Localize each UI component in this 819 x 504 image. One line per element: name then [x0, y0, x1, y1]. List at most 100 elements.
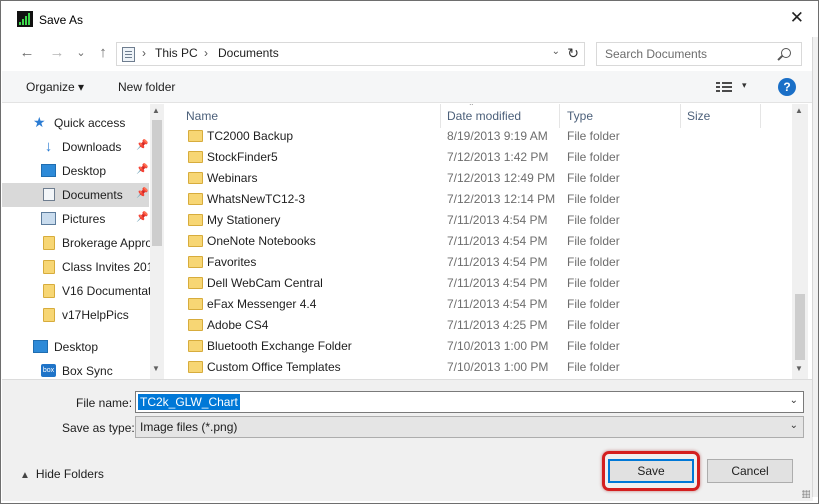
column-header-size[interactable]: Size	[687, 109, 710, 123]
file-name: OneNote Notebooks	[207, 234, 316, 248]
sidebar-item-box-sync[interactable]: box Box Sync	[2, 359, 149, 379]
file-type: File folder	[567, 297, 620, 311]
file-date: 7/11/2013 4:54 PM	[447, 276, 548, 290]
scroll-down-icon[interactable]: ▼	[152, 364, 160, 373]
window-edge-strip	[812, 37, 818, 497]
table-row[interactable]: Favorites 7/11/2013 4:54 PM File folder	[166, 252, 792, 273]
save-as-dialog: Save As ✕ ← → ⌄ ↑ › This PC › Documents …	[0, 0, 819, 504]
change-view-icon[interactable]	[716, 81, 732, 93]
save-form: File name: TC2k_GLW_Chart ⌄ Save as type…	[2, 379, 813, 501]
address-bar[interactable]: › This PC › Documents ⌄ ↻	[116, 42, 585, 66]
pin-icon: 📌	[136, 188, 149, 199]
search-icon[interactable]	[781, 48, 791, 58]
file-type: File folder	[567, 129, 620, 143]
sidebar-item-v16-documentation[interactable]: V16 Documentat	[2, 279, 151, 303]
column-divider[interactable]	[680, 104, 681, 128]
hide-folders-button[interactable]: ▲ Hide Folders	[20, 467, 104, 481]
file-name: Favorites	[207, 255, 257, 269]
cancel-button[interactable]: Cancel	[707, 459, 793, 483]
download-icon: ↓	[44, 138, 53, 155]
table-row[interactable]: Custom Office Templates 7/10/2013 1:00 P…	[166, 357, 792, 378]
sidebar-item-pictures[interactable]: Pictures 📌	[2, 207, 149, 231]
up-arrow-icon[interactable]: ↑	[93, 43, 113, 63]
folder-icon	[188, 298, 203, 310]
table-row[interactable]: Dell WebCam Central 7/11/2013 4:54 PM Fi…	[166, 273, 792, 294]
file-date: 7/11/2013 4:54 PM	[447, 213, 548, 227]
column-divider[interactable]	[440, 104, 441, 128]
file-date: 8/19/2013 9:19 AM	[447, 129, 548, 143]
column-header-date-modified[interactable]: Date modified	[447, 109, 521, 123]
title-bar: Save As ✕	[1, 1, 818, 37]
address-dropdown-icon[interactable]: ⌄	[552, 46, 560, 57]
table-row[interactable]: My Stationery 7/11/2013 4:54 PM File fol…	[166, 210, 792, 231]
file-name: WhatsNewTC12-3	[207, 192, 306, 206]
recent-locations-chevron-icon[interactable]: ⌄	[71, 43, 91, 63]
table-row[interactable]: Webinars 7/12/2013 12:49 PM File folder	[166, 168, 792, 189]
file-name: eFax Messenger 4.4	[207, 297, 317, 311]
search-input[interactable]: Search Documents	[596, 42, 802, 66]
folder-icon	[188, 256, 203, 268]
sidebar-item-label: Class Invites 201	[62, 260, 154, 274]
help-icon[interactable]: ?	[778, 78, 796, 96]
close-icon[interactable]: ✕	[790, 9, 804, 26]
sidebar-item-documents[interactable]: Documents 📌	[2, 183, 149, 207]
file-name: My Stationery	[207, 213, 281, 227]
back-arrow-icon[interactable]: ←	[17, 43, 37, 63]
scroll-up-icon[interactable]: ▲	[152, 106, 160, 115]
save-as-type-value: Image files (*.png)	[140, 420, 238, 434]
desktop-icon	[33, 340, 48, 353]
file-date: 7/12/2013 12:14 PM	[447, 192, 556, 206]
sidebar-item-downloads[interactable]: ↓ Downloads 📌	[2, 135, 149, 159]
column-header-name[interactable]: Name	[186, 109, 218, 123]
file-name: Custom Office Templates	[207, 360, 341, 374]
file-name: Adobe CS4	[207, 318, 269, 332]
table-row[interactable]: Bluetooth Exchange Folder 7/10/2013 1:00…	[166, 336, 792, 357]
hide-folders-label: Hide Folders	[35, 467, 104, 481]
scroll-up-icon[interactable]: ▲	[795, 106, 803, 115]
column-divider[interactable]	[760, 104, 761, 128]
folder-icon	[188, 151, 203, 163]
collapse-caret-icon: ▲	[20, 470, 30, 481]
sidebar-item-desktop-root[interactable]: Desktop	[2, 335, 149, 359]
file-date: 7/11/2013 4:54 PM	[447, 297, 548, 311]
sidebar-item-v17helppics[interactable]: v17HelpPics	[2, 303, 149, 327]
table-row[interactable]: Adobe CS4 7/11/2013 4:25 PM File folder	[166, 315, 792, 336]
sidebar-item-class-invites[interactable]: Class Invites 201	[2, 255, 153, 279]
desktop-icon	[41, 164, 56, 177]
save-as-type-select[interactable]: Image files (*.png) ⌄	[135, 416, 804, 438]
refresh-icon[interactable]: ↻	[567, 45, 579, 62]
save-as-type-dropdown-icon[interactable]: ⌄	[790, 420, 798, 431]
breadcrumb-this-pc[interactable]: This PC	[155, 46, 198, 60]
sidebar-item-brokerage[interactable]: Brokerage Appro	[2, 231, 152, 255]
table-row[interactable]: OneNote Notebooks 7/11/2013 4:54 PM File…	[166, 231, 792, 252]
file-name-field[interactable]: TC2k_GLW_Chart ⌄	[135, 391, 804, 413]
new-folder-button[interactable]: New folder	[118, 80, 175, 94]
sidebar-item-quick-access[interactable]: ★ Quick access	[2, 111, 149, 135]
file-date: 7/12/2013 12:49 PM	[447, 171, 556, 185]
folder-icon	[43, 236, 55, 250]
pin-icon: 📌	[136, 140, 149, 151]
file-list-scrollbar[interactable]: ▲ ▼	[792, 104, 808, 379]
navigation-scrollbar[interactable]: ▲ ▼	[150, 104, 164, 379]
file-name-dropdown-icon[interactable]: ⌄	[790, 395, 798, 406]
breadcrumb-documents[interactable]: Documents	[218, 46, 279, 60]
table-row[interactable]: eFax Messenger 4.4 7/11/2013 4:54 PM Fil…	[166, 294, 792, 315]
table-row[interactable]: WhatsNewTC12-3 7/12/2013 12:14 PM File f…	[166, 189, 792, 210]
folder-icon	[188, 340, 203, 352]
view-options-dropdown-icon[interactable]: ▾	[742, 80, 747, 91]
sidebar-item-label: v17HelpPics	[62, 308, 129, 322]
folder-icon	[188, 214, 203, 226]
table-row[interactable]: StockFinder5 7/12/2013 1:42 PM File fold…	[166, 147, 792, 168]
forward-arrow-icon[interactable]: →	[47, 43, 67, 63]
star-icon: ★	[33, 114, 46, 130]
scroll-down-icon[interactable]: ▼	[795, 364, 803, 373]
column-divider[interactable]	[559, 104, 560, 128]
table-row[interactable]: TC2000 Backup 8/19/2013 9:19 AM File fol…	[166, 126, 792, 147]
scroll-thumb[interactable]	[152, 120, 162, 246]
column-header-type[interactable]: Type	[567, 109, 593, 123]
sidebar-item-desktop[interactable]: Desktop 📌	[2, 159, 149, 183]
organize-button[interactable]: Organize ▾	[26, 80, 84, 94]
scroll-thumb[interactable]	[795, 294, 805, 360]
resize-grip[interactable]	[802, 490, 810, 498]
save-button[interactable]: Save	[608, 459, 694, 483]
